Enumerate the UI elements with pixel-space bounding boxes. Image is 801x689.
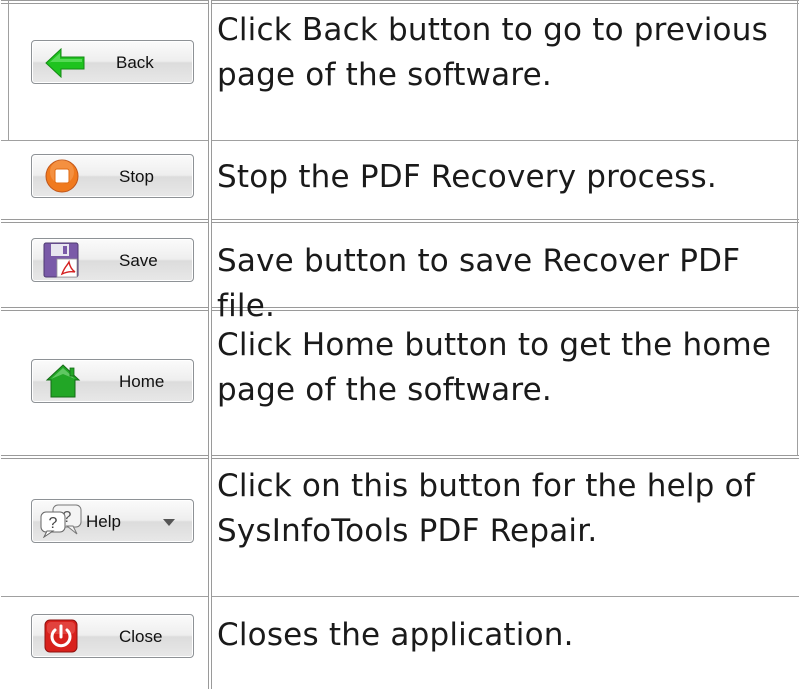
- help-description: Click on this button for the help of Sys…: [217, 468, 755, 549]
- close-description: Closes the application.: [217, 617, 574, 653]
- button-reference-table: Back Click Back button to go to previous…: [0, 0, 801, 689]
- svg-text:?: ?: [49, 515, 58, 532]
- help-speech-bubbles-icon: ? ?: [40, 504, 82, 538]
- row-divider: [1, 219, 799, 223]
- save-button-label: Save: [119, 251, 158, 270]
- floppy-disk-pdf-icon: [43, 242, 79, 278]
- orange-stop-icon: [45, 159, 79, 193]
- chevron-down-icon[interactable]: [162, 518, 176, 527]
- table-border-left: [8, 0, 9, 140]
- red-power-icon: [44, 619, 78, 653]
- column-divider: [208, 0, 212, 689]
- row-divider: [1, 596, 799, 597]
- back-button[interactable]: Back: [31, 40, 194, 84]
- back-description: Click Back button to go to previous page…: [217, 12, 768, 93]
- green-left-arrow-icon: [45, 48, 85, 78]
- stop-button-label: Stop: [119, 167, 154, 186]
- save-button[interactable]: Save: [31, 238, 194, 282]
- home-description: Click Home button to get the home page o…: [217, 327, 772, 408]
- green-house-icon: [45, 364, 81, 398]
- row-divider: [1, 455, 799, 459]
- stop-button[interactable]: Stop: [31, 154, 194, 198]
- close-button-label: Close: [119, 627, 163, 646]
- table-border-right: [797, 0, 798, 455]
- help-button-label: Help: [86, 512, 121, 531]
- table-border-top: [1, 0, 799, 4]
- home-button[interactable]: Home: [31, 359, 194, 403]
- stop-description: Stop the PDF Recovery process.: [217, 159, 717, 195]
- row-divider: [1, 140, 799, 141]
- close-button[interactable]: Close: [31, 614, 194, 658]
- home-button-label: Home: [119, 372, 165, 391]
- help-button[interactable]: ? ? Help: [31, 499, 194, 543]
- back-button-label: Back: [116, 53, 154, 72]
- save-description: Save button to save Recover PDF file.: [217, 243, 741, 324]
